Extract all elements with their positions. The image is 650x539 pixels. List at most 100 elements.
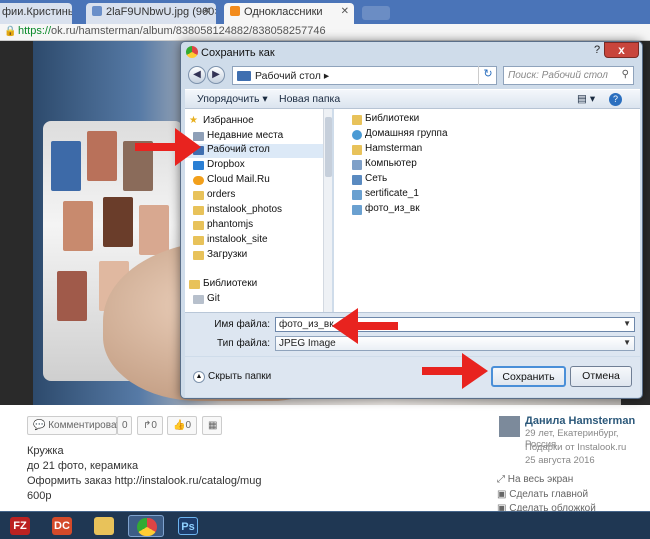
mug-collage-photo (51, 141, 81, 191)
file-item-sertificate[interactable]: sertificate_1 (352, 188, 419, 202)
dreamweaver-icon[interactable]: DC (44, 515, 80, 537)
image-file-icon (352, 190, 362, 200)
fullscreen-link[interactable]: ⤢ На весь экран (497, 474, 573, 485)
nav-item-instalook-photos[interactable]: instalook_photos (185, 204, 325, 218)
file-item-libraries[interactable]: Библиотеки (352, 113, 419, 127)
tab-odnoklassniki[interactable]: Одноклассники ✕ (224, 3, 354, 24)
filename-input[interactable]: фото_из_вк ▼ (275, 317, 635, 332)
filetype-label: Тип файла: (217, 338, 270, 349)
close-button[interactable]: x (604, 42, 639, 58)
url-path: ok.ru/hamsterman/album/838058124882/8380… (51, 25, 326, 37)
annotation-arrow-left (332, 308, 398, 344)
path-breadcrumb[interactable]: Рабочий стол ▸ (232, 66, 497, 85)
scrollbar-thumb[interactable] (325, 117, 332, 177)
new-folder-button[interactable]: Новая папка (279, 93, 340, 105)
comment-icon: 💬 (33, 420, 46, 431)
libraries-icon (352, 115, 362, 125)
file-item-hamsterman[interactable]: Hamsterman (352, 143, 422, 157)
mug-collage-photo (87, 131, 117, 181)
address-bar: 🔒 https://ok.ru/hamsterman/album/8380581… (0, 24, 650, 41)
tab-label: Одноклассники (244, 6, 323, 18)
image-file-icon (352, 205, 362, 215)
navigation-scrollbar[interactable] (323, 109, 332, 312)
library-icon (193, 295, 204, 304)
file-item-network[interactable]: Сеть (352, 173, 387, 187)
image-file-icon (92, 6, 102, 16)
nav-item-desktop[interactable]: Рабочий стол (185, 144, 325, 158)
forward-button[interactable]: ▶ (207, 66, 225, 84)
save-button[interactable]: Сохранить (491, 366, 566, 387)
file-item-homegroup[interactable]: Домашняя группа (352, 128, 448, 142)
mug-collage-photo (57, 271, 87, 321)
chevron-down-icon[interactable]: ▼ (623, 319, 631, 328)
libraries-icon (189, 280, 200, 289)
file-list: Библиотеки Домашняя группа Hamsterman Ко… (334, 109, 640, 312)
filename-label: Имя файла: (214, 319, 270, 330)
mug-collage-photo (63, 201, 93, 251)
file-item-photo[interactable]: фото_из_вк (352, 203, 420, 217)
command-bar: Упорядочить ▾ Новая папка ▤ ▾ ? (185, 89, 640, 109)
dialog-footer: ▲ Скрыть папки Сохранить Отмена (185, 357, 640, 397)
navigation-row: ◀ ▶ Рабочий стол ▸ ↻ Поиск: Рабочий стол… (185, 64, 640, 88)
chrome-icon (186, 46, 198, 58)
folder-icon (193, 206, 204, 215)
more-button[interactable]: ▦ (202, 416, 222, 435)
author-meta: 25 августа 2016 (525, 455, 595, 466)
chrome-icon[interactable] (128, 515, 164, 537)
photoshop-icon[interactable]: Ps (170, 515, 206, 537)
libraries-header[interactable]: Библиотеки (185, 278, 325, 292)
refresh-button[interactable]: ↻ (478, 66, 497, 85)
avatar[interactable] (499, 416, 520, 437)
nav-item-cloud-mail[interactable]: Cloud Mail.Ru (185, 174, 325, 188)
close-tab-icon[interactable]: ✕ (203, 6, 211, 17)
nav-item-downloads[interactable]: Загрузки (185, 249, 325, 263)
nav-item-dropbox[interactable]: Dropbox (185, 159, 325, 173)
network-icon (352, 175, 362, 185)
taskbar: FZ DC Ps (0, 511, 650, 539)
photo-icon: ▣ (497, 489, 507, 500)
organize-menu[interactable]: Упорядочить ▾ (197, 93, 268, 105)
navigation-pane: ★ Избранное Недавние места Рабочий стол … (185, 109, 332, 312)
file-item-computer[interactable]: Компьютер (352, 158, 417, 172)
new-tab-button[interactable] (362, 6, 390, 20)
hide-folders-toggle[interactable]: ▲ Скрыть папки (193, 371, 271, 383)
nav-item-recent[interactable]: Недавние места (185, 130, 325, 144)
filetype-select[interactable]: JPEG Image ▼ (275, 336, 635, 351)
folder-icon (193, 191, 204, 200)
search-input[interactable]: Поиск: Рабочий стол ⚲ (503, 66, 634, 85)
save-as-dialog: Сохранить как ? x ◀ ▶ Рабочий стол ▸ ↻ П… (180, 41, 643, 399)
favorites-header[interactable]: ★ Избранное (185, 115, 325, 129)
nav-item-git[interactable]: Git (185, 293, 325, 307)
post-description-line: до 21 фото, керамика (27, 460, 139, 472)
cancel-button[interactable]: Отмена (570, 366, 632, 387)
nav-item-instalook-site[interactable]: instalook_site (185, 234, 325, 248)
folder-icon (193, 221, 204, 230)
view-options-icon[interactable]: ▤ ▾ (577, 93, 595, 105)
star-icon: ★ (189, 115, 198, 126)
url-scheme: https:// (18, 25, 52, 37)
like-button[interactable]: 👍0 (167, 416, 197, 435)
comment-button[interactable]: 💬 Комментировать (27, 416, 126, 435)
post-description-line: Оформить заказ http://instalook.ru/catal… (27, 475, 262, 487)
tab-kristina[interactable]: фии.Кристины (0, 3, 72, 24)
explorer-icon[interactable] (86, 515, 122, 537)
chevron-up-icon: ▲ (193, 371, 205, 383)
help-icon[interactable]: ? (609, 93, 622, 106)
close-tab-icon[interactable]: ✕ (341, 6, 349, 17)
mug-collage-photo (103, 197, 133, 247)
browser-tab-strip: фии.Кристины 2laF9UNbwU.jpg (960×7 ✕ Одн… (0, 0, 650, 24)
nav-item-phantomjs[interactable]: phantomjs (185, 219, 325, 233)
url-field[interactable]: https://ok.ru/hamsterman/album/838058124… (18, 25, 326, 40)
tab-image[interactable]: 2laF9UNbwU.jpg (960×7 ✕ (86, 3, 216, 24)
filezilla-icon[interactable]: FZ (2, 515, 38, 537)
make-main-link[interactable]: ▣ Сделать главной (497, 489, 588, 500)
nav-item-orders[interactable]: orders (185, 189, 325, 203)
share-button[interactable]: ↱0 (137, 416, 163, 435)
help-button[interactable]: ? (594, 44, 600, 56)
cloud-icon (193, 176, 204, 185)
comment-count: 0 (117, 416, 132, 435)
user-folder-icon (352, 145, 362, 155)
back-button[interactable]: ◀ (188, 66, 206, 84)
expand-icon: ⤢ (497, 474, 505, 485)
author-name[interactable]: Данила Hamsterman (525, 415, 635, 427)
